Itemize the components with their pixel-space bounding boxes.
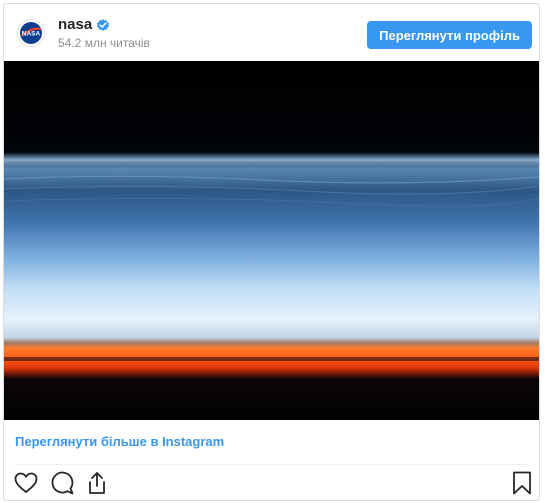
svg-text:NASA: NASA <box>22 31 41 38</box>
comment-icon[interactable] <box>49 470 75 496</box>
divider <box>15 464 528 465</box>
avatar[interactable]: NASA <box>17 19 45 47</box>
view-profile-button[interactable]: Переглянути профіль <box>367 21 532 49</box>
action-bar <box>4 470 539 500</box>
heart-icon[interactable] <box>13 470 39 496</box>
view-more-link[interactable]: Переглянути більше в Instagram <box>15 434 224 449</box>
bookmark-icon[interactable] <box>509 470 535 496</box>
username-row: nasa <box>58 16 110 33</box>
instagram-embed: NASA nasa 54.2 млн читачів Переглянути п… <box>3 3 540 501</box>
verified-badge-icon <box>96 18 110 32</box>
post-header: NASA nasa 54.2 млн читачів Переглянути п… <box>4 4 539 60</box>
share-icon[interactable] <box>84 470 110 496</box>
post-image[interactable] <box>4 61 539 420</box>
username[interactable]: nasa <box>58 16 92 33</box>
followers-count: 54.2 млн читачів <box>58 36 150 50</box>
nasa-logo-icon: NASA <box>20 22 42 44</box>
